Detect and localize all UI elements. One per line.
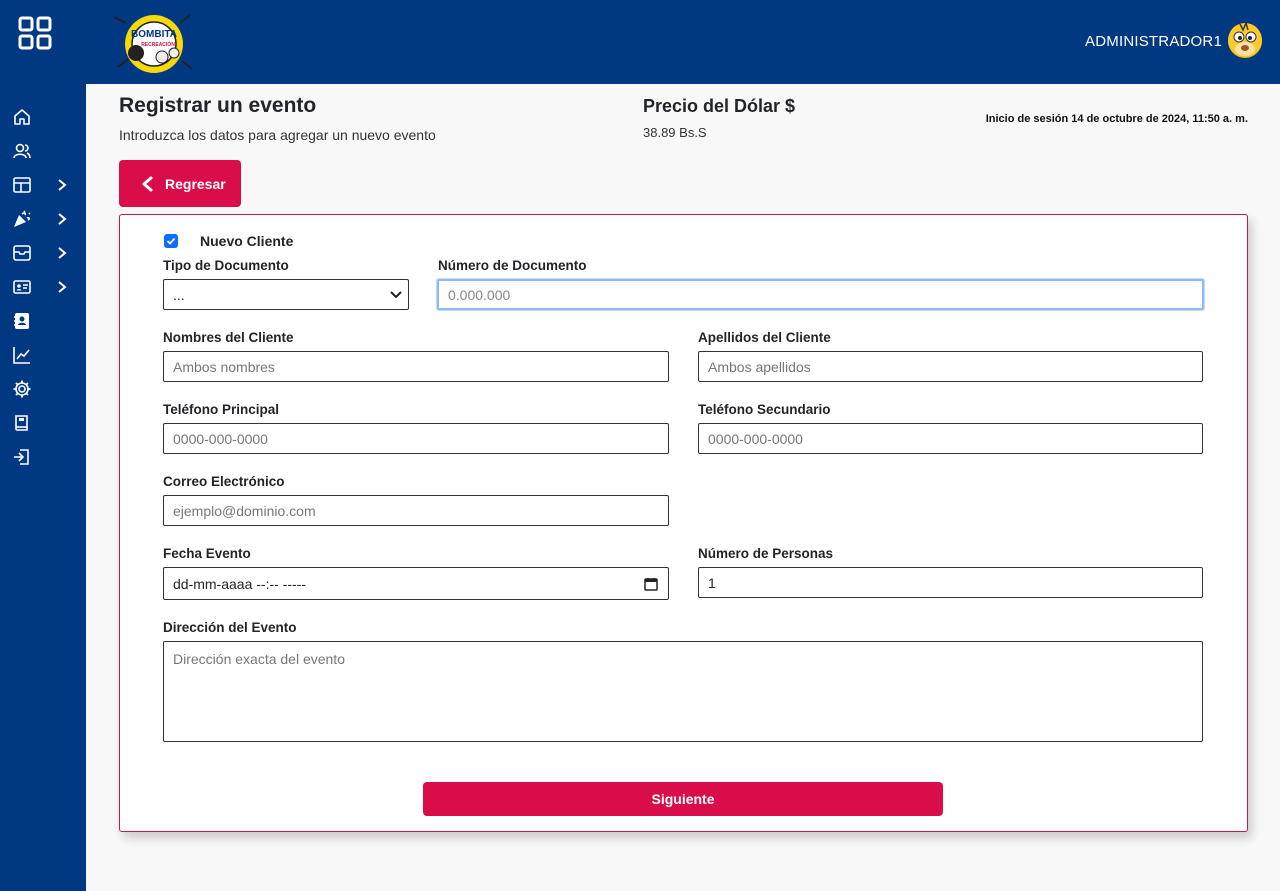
svg-text:BOMBITA: BOMBITA (131, 29, 177, 40)
sidebar-item-id-card[interactable] (0, 272, 86, 302)
avatar[interactable] (1226, 20, 1264, 62)
doc-type-select[interactable]: ... (163, 279, 409, 310)
people-input[interactable]: 1 (698, 567, 1203, 598)
back-button[interactable]: Regresar (119, 160, 241, 207)
calendar-icon[interactable] (644, 577, 658, 591)
logout-icon (14, 449, 29, 465)
address-textarea[interactable]: Dirección exacta del evento (163, 641, 1203, 742)
address-label: Dirección del Evento (163, 620, 297, 635)
apps-grid-icon[interactable] (18, 16, 52, 50)
chevron-right-icon (58, 281, 67, 293)
bombita-logo[interactable]: BOMBITA RECREACIÓN (106, 9, 202, 75)
surnames-placeholder: Ambos apellidos (708, 358, 811, 375)
archive-icon (13, 245, 31, 261)
sidebar-item-settings[interactable] (0, 374, 86, 404)
date-label: Fecha Evento (163, 546, 251, 561)
address-placeholder: Dirección exacta del evento (173, 651, 345, 667)
page-subtitle: Introduzca los datos para agregar un nue… (119, 127, 436, 143)
names-input[interactable]: Ambos nombres (163, 351, 669, 382)
sidebar-item-manual[interactable] (0, 408, 86, 438)
names-label: Nombres del Cliente (163, 330, 294, 345)
email-label: Correo Electrónico (163, 474, 285, 489)
surnames-input[interactable]: Ambos apellidos (698, 351, 1203, 382)
new-client-label: Nuevo Cliente (200, 233, 294, 249)
home-icon (14, 109, 30, 125)
phone-main-placeholder: 0000-000-0000 (173, 430, 268, 447)
layout-icon (13, 177, 31, 193)
page-title: Registrar un evento (119, 94, 317, 117)
doc-type-value: ... (173, 286, 185, 303)
sidebar-item-logout[interactable] (0, 442, 86, 472)
sidebar-item-users[interactable] (0, 136, 86, 166)
session-info: Inicio de sesión 14 de octubre de 2024, … (985, 113, 1248, 125)
surnames-label: Apellidos del Cliente (698, 330, 831, 345)
dollar-price-value: 38.89 Bs.S (643, 125, 707, 140)
people-label: Número de Personas (698, 546, 834, 561)
date-placeholder: dd-mm-aaaa --:-- ----- (173, 575, 306, 592)
phone-sec-input[interactable]: 0000-000-0000 (698, 423, 1203, 454)
party-icon (14, 210, 31, 227)
sidebar (0, 0, 86, 891)
gear-icon (13, 380, 31, 398)
phone-main-label: Teléfono Principal (163, 402, 280, 417)
doc-number-input[interactable]: 0.000.000 (437, 279, 1204, 310)
email-input[interactable]: ejemplo@dominio.com (163, 495, 669, 526)
back-button-label: Regresar (165, 175, 226, 192)
book-icon (15, 415, 28, 431)
doc-number-placeholder: 0.000.000 (448, 286, 511, 303)
check-icon (166, 237, 176, 245)
chevron-right-icon (58, 179, 67, 191)
sidebar-item-contacts[interactable] (0, 306, 86, 336)
new-client-checkbox-row[interactable]: Nuevo Cliente (164, 233, 293, 249)
doc-type-label: Tipo de Documento (163, 258, 289, 273)
user-name[interactable]: ADMINISTRADOR1 (1085, 33, 1222, 50)
chevron-down-icon (390, 290, 402, 298)
people-value: 1 (708, 574, 716, 591)
chevron-left-icon (142, 176, 153, 191)
email-placeholder: ejemplo@dominio.com (173, 502, 316, 519)
svg-text:RECREACIÓN: RECREACIÓN (141, 40, 175, 48)
top-header: BOMBITA RECREACIÓN ADMINISTRADOR1 (86, 0, 1280, 84)
user-menu[interactable]: ADMINISTRADOR1 (1085, 20, 1264, 62)
chart-icon (13, 347, 30, 364)
new-client-checkbox[interactable] (164, 234, 178, 248)
phone-sec-label: Teléfono Secundario (698, 402, 831, 417)
date-input[interactable]: dd-mm-aaaa --:-- ----- (163, 567, 669, 600)
sidebar-item-home[interactable] (0, 102, 86, 132)
event-form-card: Nuevo Cliente Tipo de Documento ... Núme… (119, 214, 1248, 832)
chevron-right-icon (58, 213, 67, 225)
users-icon (13, 143, 31, 159)
next-button[interactable]: Siguiente (423, 782, 943, 816)
phone-main-input[interactable]: 0000-000-0000 (163, 423, 669, 454)
chevron-right-icon (58, 247, 67, 259)
sidebar-item-archive[interactable] (0, 238, 86, 268)
phone-sec-placeholder: 0000-000-0000 (708, 430, 803, 447)
contacts-icon (14, 313, 29, 329)
sidebar-item-party[interactable] (0, 204, 86, 234)
sidebar-item-reports[interactable] (0, 340, 86, 370)
names-placeholder: Ambos nombres (173, 358, 275, 375)
doc-number-label: Número de Documento (438, 258, 587, 273)
dollar-price-title: Precio del Dólar $ (643, 96, 796, 116)
id-card-icon (13, 280, 31, 294)
next-button-label: Siguiente (651, 791, 715, 807)
sidebar-item-layout[interactable] (0, 170, 86, 200)
